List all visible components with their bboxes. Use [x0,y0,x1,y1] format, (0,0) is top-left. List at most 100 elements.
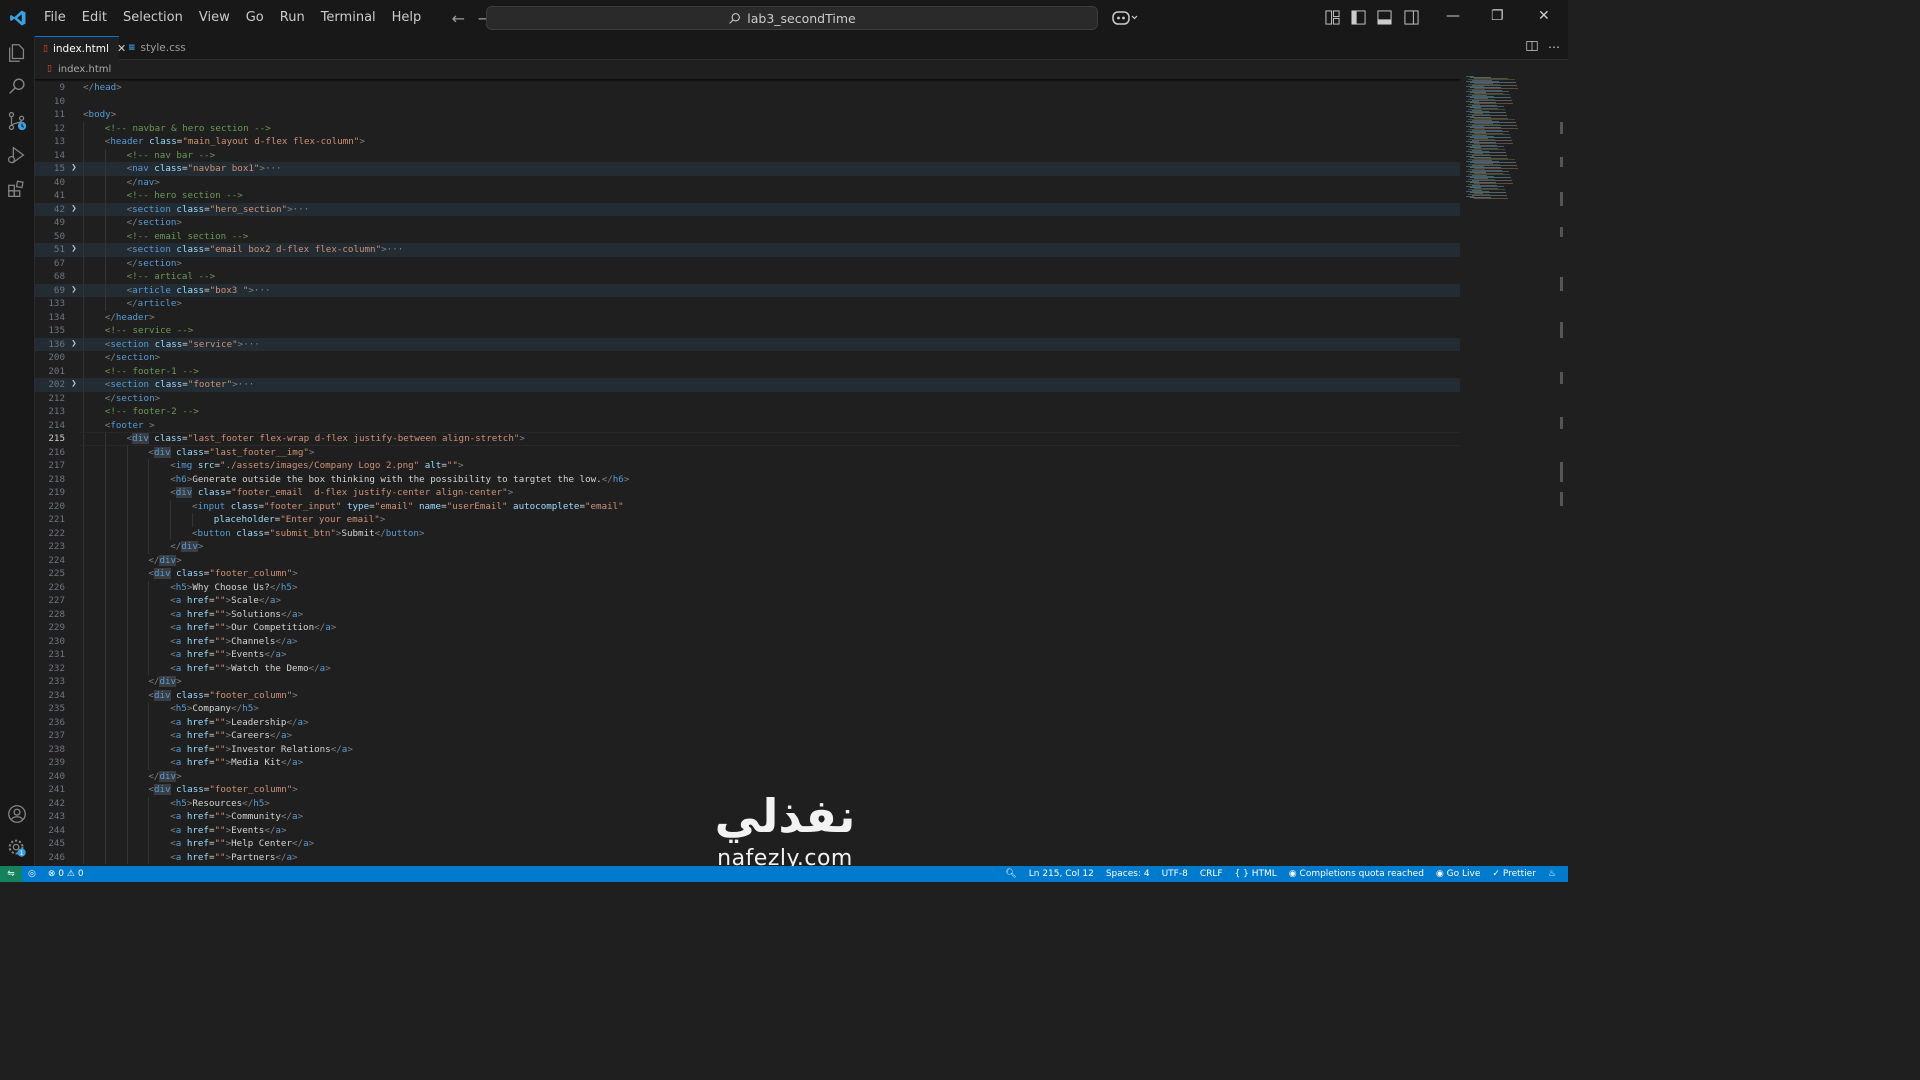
code-line[interactable]: 42 ❯ <section class="hero_section">··· [35,202,1460,217]
code-line[interactable]: 69 ❯ <article class="box3 ">··· [35,283,1460,298]
code-line[interactable]: 10 [35,95,1460,109]
code-line[interactable]: 217 <img src="./assets/images/Company Log… [35,459,1460,473]
split-editor-icon[interactable] [1526,40,1538,55]
toggle-primary-sidebar-icon[interactable] [1351,10,1366,29]
notifications-bell-icon[interactable]: ♨ [1542,866,1562,882]
breadcrumb-file[interactable]: index.html [58,64,111,75]
code-editor[interactable]: 9 </head> 10 11 <body> 12 <!-- navbar & hero s… [35,79,1460,866]
menu-run[interactable]: Run [272,6,313,30]
code-line[interactable]: 225 <div class="footer_column"> [35,567,1460,581]
vertical-scrollbar[interactable] [1556,72,1568,866]
fold-chevron-icon[interactable]: ❯ [69,243,79,257]
code-line[interactable]: 224 </div> [35,553,1460,567]
code-line[interactable]: 230 <a href="">Channels</a> [35,634,1460,648]
code-line[interactable]: 232 <a href="">Watch the Demo</a> [35,661,1460,675]
code-line[interactable]: 41 <!-- hero section --> [35,189,1460,203]
code-line[interactable]: 215 <div class="last_footer flex-wrap d-f… [35,432,1460,446]
code-line[interactable]: 237 <a href="">Careers</a> [35,729,1460,743]
code-line[interactable]: 214 <footer > [35,418,1460,432]
copilot-status[interactable]: ◉ Completions quota reached [1283,866,1430,882]
code-line[interactable]: 9 </head> [35,81,1460,95]
live-share-icon[interactable]: ◎ [22,866,42,882]
manage-gear-icon[interactable]: 1 [6,837,28,859]
code-line[interactable]: 212 </section> [35,391,1460,405]
code-line[interactable]: 227 <a href="">Scale</a> [35,594,1460,608]
code-line[interactable]: 226 <h5>Why Choose Us?</h5> [35,580,1460,594]
end-of-line[interactable]: CRLF [1194,866,1229,882]
code-line[interactable]: 231 <a href="">Events</a> [35,648,1460,662]
run-debug-icon[interactable] [6,144,28,166]
code-line[interactable]: 238 <a href="">Investor Relations</a> [35,742,1460,756]
code-line[interactable]: 201 <!-- footer-1 --> [35,364,1460,378]
code-line[interactable]: 68 <!-- artical --> [35,270,1460,284]
fold-chevron-icon[interactable]: ❯ [69,378,79,392]
code-line[interactable]: 235 <h5>Company</h5> [35,702,1460,716]
more-actions-icon[interactable]: ⋯ [1548,40,1560,55]
language-mode[interactable]: { } HTML [1229,866,1283,882]
code-line[interactable]: 220 <input class="footer_input" type="ema… [35,499,1460,513]
code-line[interactable]: 15 ❯ <nav class="navbar box1">··· [35,162,1460,176]
explorer-icon[interactable] [6,42,28,64]
remote-indicator-icon[interactable]: ⇋ [0,866,22,882]
zoom-icon[interactable]: 🔍︎ [999,866,1022,882]
search-icon[interactable] [6,76,28,98]
code-line[interactable]: 223 </div> [35,540,1460,554]
account-icon[interactable] [6,803,28,825]
code-line[interactable]: 12 <!-- navbar & hero section --> [35,121,1460,135]
toggle-panel-icon[interactable] [1377,10,1392,29]
menu-help[interactable]: Help [384,6,430,30]
go-live-button[interactable]: ◉ Go Live [1430,866,1486,882]
code-line[interactable]: 51 ❯ <section class="email box2 d-flex fle… [35,243,1460,257]
code-line[interactable]: 218 <h6>Generate outside the box thinking… [35,472,1460,486]
code-line[interactable]: 13 <header class="main_layout d-flex flex… [35,135,1460,149]
code-line[interactable]: 229 <a href="">Our Competition</a> [35,621,1460,635]
minimize-icon[interactable]: — [1446,8,1460,24]
code-line[interactable]: 216 <div class="last_footer__img"> [35,445,1460,459]
command-center-search[interactable]: lab3_secondTime [486,6,1098,30]
code-line[interactable]: 219 <div class="footer_email d-flex justi… [35,486,1460,500]
code-line[interactable]: 233 </div> [35,675,1460,689]
fold-chevron-icon[interactable]: ❯ [69,203,79,217]
code-line[interactable]: 135 <!-- service --> [35,324,1460,338]
menu-view[interactable]: View [191,6,238,30]
code-line[interactable]: 213 <!-- footer-2 --> [35,405,1460,419]
code-line[interactable]: 200 </section> [35,351,1460,365]
back-arrow-icon[interactable]: ← [445,9,471,28]
breadcrumb[interactable]: ▯ index.html [35,61,111,77]
code-line[interactable]: 240 </div> [35,769,1460,783]
restore-icon[interactable]: ❐ [1491,8,1504,24]
code-line[interactable]: 236 <a href="">Leadership</a> [35,715,1460,729]
source-control-icon[interactable] [6,110,28,132]
code-line[interactable]: 14 <!-- nav bar --> [35,148,1460,162]
tab-index-html[interactable]: ▯ index.html ✕ [35,36,126,60]
code-line[interactable]: 136 ❯ <section class="service">··· [35,337,1460,352]
problems-indicator[interactable]: ⊗ 0 ⚠ 0 [42,866,90,882]
extensions-icon[interactable] [6,178,28,200]
encoding[interactable]: UTF-8 [1156,866,1194,882]
customize-layout-icon[interactable] [1325,10,1340,29]
code-line[interactable]: 234 <div class="footer_column"> [35,688,1460,702]
code-line[interactable]: 239 <a href="">Media Kit</a> [35,756,1460,770]
menu-file[interactable]: File [36,6,74,30]
code-line[interactable]: 228 <a href="">Solutions</a> [35,607,1460,621]
code-line[interactable]: 11 <body> [35,108,1460,122]
code-line[interactable]: 202 ❯ <section class="footer">··· [35,378,1460,392]
toggle-secondary-sidebar-icon[interactable] [1404,10,1419,29]
fold-chevron-icon[interactable]: ❯ [69,284,79,298]
menu-selection[interactable]: Selection [115,6,191,30]
close-window-icon[interactable]: ✕ [1538,8,1550,24]
copilot-icon[interactable] [1112,9,1138,31]
code-line[interactable]: 134 </header> [35,310,1460,324]
code-line[interactable]: 133 </article> [35,297,1460,311]
minimap[interactable] [1460,72,1556,866]
fold-chevron-icon[interactable]: ❯ [69,162,79,176]
cursor-position[interactable]: Ln 215, Col 12 [1023,866,1100,882]
fold-chevron-icon[interactable]: ❯ [69,338,79,352]
menu-edit[interactable]: Edit [74,6,115,30]
prettier-status[interactable]: ✓ Prettier [1486,866,1542,882]
menu-go[interactable]: Go [238,6,272,30]
menu-terminal[interactable]: Terminal [313,6,384,30]
code-line[interactable]: 49 </section> [35,216,1460,230]
tab-style-css[interactable]: ≡ style.css [120,36,204,60]
indentation[interactable]: Spaces: 4 [1100,866,1156,882]
